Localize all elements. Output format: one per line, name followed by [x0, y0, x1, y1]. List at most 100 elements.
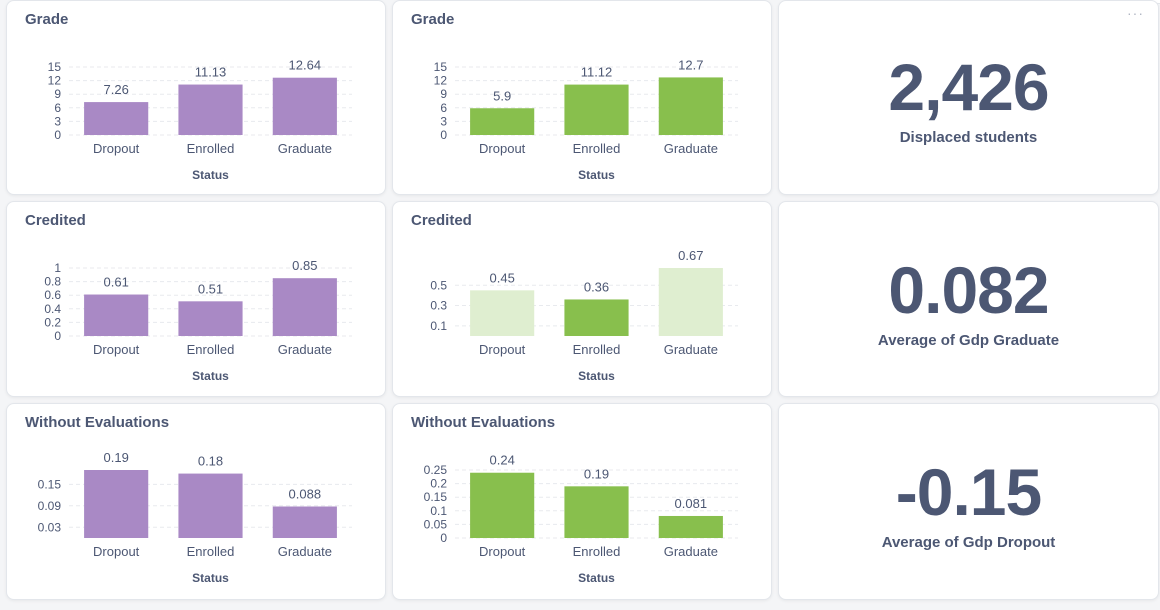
bar-value-label: 0.61	[104, 275, 129, 290]
x-tick-label: Graduate	[664, 544, 718, 559]
y-tick-label: 0.09	[38, 499, 62, 513]
scalar-value: 0.082	[888, 253, 1049, 327]
y-tick-label: 3	[440, 114, 447, 128]
y-tick-label: 6	[440, 101, 447, 115]
x-tick-label: Enrolled	[573, 544, 621, 559]
bar-value-label: 5.9	[493, 88, 511, 103]
y-tick-label: 15	[434, 60, 448, 74]
bar-value-label: 0.85	[292, 258, 317, 273]
bar	[470, 108, 535, 135]
x-tick-label: Dropout	[93, 141, 140, 156]
chart-card-credited-purple[interactable]: Credited 0 0.2 0.4 0.6 0.8 1 0.61 Dropout 0.51 En…	[6, 201, 386, 397]
y-tick-label: 6	[54, 101, 61, 115]
y-tick-label: 9	[54, 87, 61, 101]
bar	[272, 506, 337, 538]
y-tick-label: 0.25	[424, 463, 448, 477]
y-tick-label: 0.2	[44, 315, 61, 329]
y-tick-label: 3	[54, 114, 61, 128]
scalar-value: -0.15	[895, 455, 1042, 529]
y-tick-label: 0	[440, 531, 447, 545]
bar-value-label: 0.18	[198, 454, 223, 469]
bar-chart: 0.1 0.3 0.5 0.45 Dropout 0.36 Enrolled 0.67 Grad…	[430, 248, 738, 383]
x-axis-title: Status	[578, 369, 615, 383]
x-tick-label: Graduate	[278, 544, 332, 559]
x-tick-label: Graduate	[278, 342, 332, 357]
bar	[178, 473, 243, 538]
bar-value-label: 0.36	[584, 279, 609, 294]
x-tick-label: Enrolled	[573, 342, 621, 357]
bar	[658, 77, 723, 135]
y-tick-label: 0.5	[430, 278, 447, 292]
bar	[564, 84, 629, 135]
y-tick-label: 0	[54, 128, 61, 142]
x-tick-label: Enrolled	[573, 141, 621, 156]
y-tick-label: 12	[434, 74, 448, 88]
bar-chart: 0.03 0.09 0.15 0.19 Dropout 0.18 Enrolled 0.088…	[38, 450, 352, 585]
scalar-label: Average of Gdp Dropout	[881, 534, 1056, 551]
bar	[84, 294, 149, 336]
chart-card-credited-green[interactable]: Credited 0.1 0.3 0.5 0.45 Dropout 0.36 Enrolle…	[392, 201, 772, 397]
bar	[470, 472, 535, 538]
y-tick-label: 0.1	[430, 504, 447, 518]
bar-value-label: 0.081	[675, 496, 708, 511]
chart-card-grade-green[interactable]: Grade 0 3 6 9 12 15 5.9 Dropout 11.12 Enrolled 12.…	[392, 0, 772, 195]
chart-card-without-evaluations-purple[interactable]: Without Evaluations 0.03 0.09 0.15 0.19 Drop…	[6, 403, 386, 600]
x-tick-label: Graduate	[278, 141, 332, 156]
bar-value-label: 12.64	[289, 58, 322, 73]
bar	[564, 299, 629, 336]
x-tick-label: Dropout	[479, 342, 526, 357]
x-tick-label: Dropout	[93, 544, 140, 559]
bar-value-label: 0.19	[584, 466, 609, 481]
y-tick-label: 0.1	[430, 319, 447, 333]
bar-value-label: 12.7	[678, 57, 703, 72]
x-tick-label: Enrolled	[187, 342, 235, 357]
y-tick-label: 12	[48, 74, 62, 88]
bar-value-label: 11.13	[195, 65, 227, 80]
y-tick-label: 0.2	[430, 477, 447, 491]
bar-chart: 03691215 5.9 Dropout 11.12 Enrolled 12.7 Gradu…	[434, 57, 738, 182]
x-tick-label: Enrolled	[187, 544, 235, 559]
y-tick-label: 1	[54, 261, 61, 275]
scalar-card-gdp-graduate[interactable]: 0.082 Average of Gdp Graduate	[778, 201, 1159, 397]
bar-chart: 03691215 7.26 Dropout 11.13 Enrolled 12.64 Gra…	[48, 58, 352, 182]
y-tick-label: 0.15	[38, 477, 62, 491]
bar	[564, 486, 629, 538]
x-axis-title: Status	[578, 571, 615, 585]
chart-card-without-evaluations-green[interactable]: Without Evaluations 0 0.05 0.1 0.15 0.2 0.25 0…	[392, 403, 772, 600]
bar	[178, 301, 243, 336]
bar-value-label: 0.45	[490, 270, 515, 285]
x-tick-label: Dropout	[479, 544, 526, 559]
y-tick-label: 0	[54, 329, 61, 343]
scalar-card-gdp-dropout[interactable]: -0.15 Average of Gdp Dropout	[778, 403, 1159, 600]
y-tick-label: 0.3	[430, 299, 447, 313]
y-tick-label: 0	[440, 128, 447, 142]
x-axis-title: Status	[192, 571, 229, 585]
x-tick-label: Graduate	[664, 141, 718, 156]
x-axis-title: Status	[192, 168, 229, 182]
bar	[470, 290, 535, 336]
bar-value-label: 0.088	[289, 487, 322, 502]
x-axis-title: Status	[578, 168, 615, 182]
bar	[272, 77, 337, 135]
y-tick-label: 0.15	[424, 490, 448, 504]
bar-value-label: 0.24	[490, 453, 515, 468]
bar	[272, 278, 337, 336]
scalar-label: Average of Gdp Graduate	[877, 332, 1060, 349]
bar	[658, 515, 723, 538]
bar	[178, 84, 243, 135]
more-options-icon[interactable]: ···	[1127, 5, 1144, 21]
y-tick-label: 0.8	[44, 275, 61, 289]
y-tick-label: 0.6	[44, 288, 61, 302]
bar-value-label: 0.19	[104, 450, 129, 465]
bar	[84, 102, 149, 135]
y-tick-label: 9	[440, 87, 447, 101]
scalar-value: 2,426	[888, 50, 1049, 124]
scalar-card-displaced[interactable]: ··· 2,426 Displaced students	[778, 0, 1159, 195]
bar-value-label: 7.26	[104, 82, 129, 97]
bar	[84, 470, 149, 538]
x-tick-label: Dropout	[93, 342, 140, 357]
bar-value-label: 11.12	[581, 65, 613, 80]
bar-chart: 00.20.40.60.81 0.61 Dropout 0.51 Enrolled 0.8…	[44, 258, 352, 383]
chart-card-grade-purple[interactable]: Grade 0 3 6 9 12 15 7.26 Dropout 11.13 Enrolled 12…	[6, 0, 386, 195]
y-tick-label: 0.4	[44, 302, 61, 316]
